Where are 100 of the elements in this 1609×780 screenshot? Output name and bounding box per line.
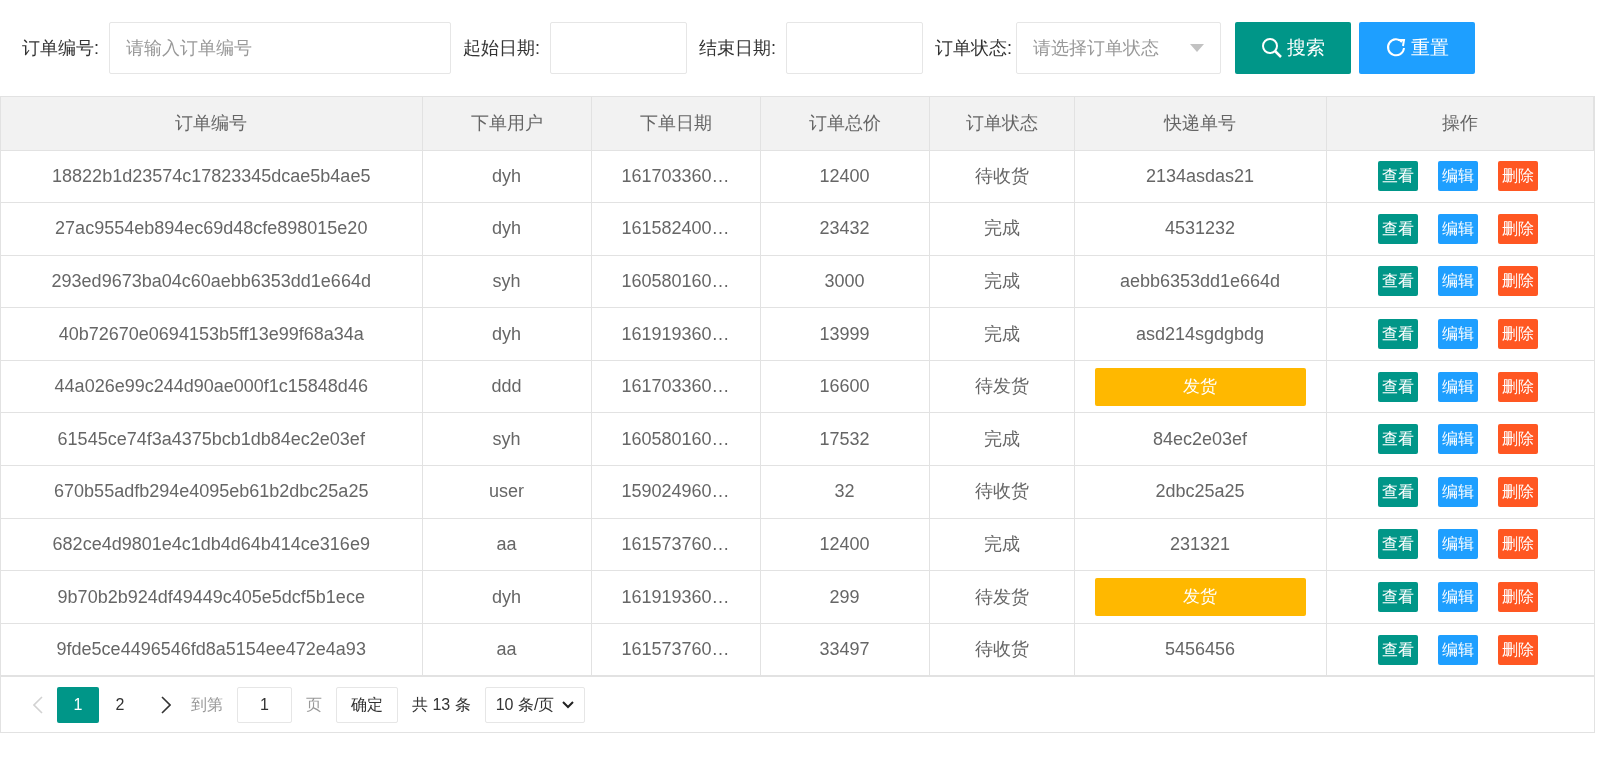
delete-button[interactable]: 删除 xyxy=(1498,529,1538,560)
field-label: 结束日期: xyxy=(699,36,777,60)
delete-button[interactable]: 删除 xyxy=(1498,424,1538,455)
table-cell: 160580160… xyxy=(591,255,760,308)
delete-button[interactable]: 删除 xyxy=(1498,161,1538,192)
delete-button[interactable]: 删除 xyxy=(1498,213,1538,244)
table-cell: dyh xyxy=(422,570,591,624)
edit-button[interactable]: 编辑 xyxy=(1438,161,1478,192)
delete-button[interactable]: 删除 xyxy=(1498,634,1538,665)
view-button[interactable]: 查看 xyxy=(1378,371,1418,402)
table-cell: syh xyxy=(422,255,591,308)
table-cell: 待收货 xyxy=(929,465,1074,519)
edit-button[interactable]: 编辑 xyxy=(1438,424,1478,455)
view-button[interactable]: 查看 xyxy=(1378,529,1418,560)
table-cell: 161573760… xyxy=(591,623,760,676)
table-cell: 159024960… xyxy=(591,465,760,519)
edit-button[interactable]: 编辑 xyxy=(1438,582,1478,613)
search-button[interactable]: 搜索 xyxy=(1235,22,1352,74)
confirm-button[interactable]: 确定 xyxy=(336,686,398,723)
table-cell: dyh xyxy=(422,307,591,361)
table-cell: asd214sgdgbdg xyxy=(1074,307,1326,361)
table-cell: 完成 xyxy=(929,202,1074,256)
table-cell: aebb6353dd1e664d xyxy=(1074,255,1326,308)
table-cell: 299 xyxy=(760,570,929,624)
table-cell: 待发货 xyxy=(929,570,1074,624)
date-input[interactable] xyxy=(786,22,924,74)
table-cell: syh xyxy=(422,412,591,466)
refresh-icon xyxy=(1385,37,1408,59)
page-unit-label: 页 xyxy=(306,694,322,715)
table-cell: dyh xyxy=(422,202,591,256)
column-header: 订单编号 xyxy=(1,97,422,150)
search-icon xyxy=(1261,37,1284,59)
table-cell: 完成 xyxy=(929,307,1074,361)
ship-button[interactable]: 发货 xyxy=(1094,578,1306,617)
view-button[interactable]: 查看 xyxy=(1378,161,1418,192)
date-input[interactable] xyxy=(550,22,688,74)
table-cell: aa xyxy=(422,623,591,676)
chevron-down-icon xyxy=(562,700,575,709)
delete-button[interactable]: 删除 xyxy=(1498,476,1538,507)
table-cell: 670b55adfb294e4095eb61b2dbc25a25 xyxy=(1,465,422,519)
table-cell: user xyxy=(422,465,591,519)
column-header: 操作 xyxy=(1326,97,1594,150)
delete-button[interactable]: 删除 xyxy=(1498,582,1538,613)
table-cell: 16600 xyxy=(760,360,929,413)
table-cell: 待收货 xyxy=(929,150,1074,203)
table-cell: 161582400… xyxy=(591,202,760,256)
table-cell: 9fde5ce4496546fd8a5154ee472e4a93 xyxy=(1,623,422,676)
table-cell: 33497 xyxy=(760,623,929,676)
field-label: 订单状态: xyxy=(935,36,1013,60)
table-cell: 161703360… xyxy=(591,150,760,203)
edit-button[interactable]: 编辑 xyxy=(1438,319,1478,350)
delete-button[interactable]: 删除 xyxy=(1498,266,1538,297)
page-button[interactable]: 1 xyxy=(57,686,99,723)
view-button[interactable]: 查看 xyxy=(1378,319,1418,350)
table-cell: 23432 xyxy=(760,202,929,256)
reset-button[interactable]: 重置 xyxy=(1359,22,1476,74)
column-header: 下单用户 xyxy=(422,97,591,150)
table-cell: 完成 xyxy=(929,412,1074,466)
column-header: 下单日期 xyxy=(591,97,760,150)
table-cell: 293ed9673ba04c60aebb6353dd1e664d xyxy=(1,255,422,308)
view-button[interactable]: 查看 xyxy=(1378,213,1418,244)
status-select[interactable]: 请选择订单状态 xyxy=(1016,22,1222,74)
view-button[interactable]: 查看 xyxy=(1378,634,1418,665)
table-cell: 84ec2e03ef xyxy=(1074,412,1326,466)
page-size-select[interactable]: 10 条/页 xyxy=(484,686,586,723)
table-cell: 161703360… xyxy=(591,360,760,413)
order-number-input[interactable]: 请输入订单编号 xyxy=(109,22,451,74)
view-button[interactable]: 查看 xyxy=(1378,582,1418,613)
delete-button[interactable]: 删除 xyxy=(1498,371,1538,402)
edit-button[interactable]: 编辑 xyxy=(1438,634,1478,665)
column-header: 订单总价 xyxy=(760,97,929,150)
column-header: 订单状态 xyxy=(929,97,1074,150)
view-button[interactable]: 查看 xyxy=(1378,424,1418,455)
table-cell: 18822b1d23574c17823345dcae5b4ae5 xyxy=(1,150,422,203)
delete-button[interactable]: 删除 xyxy=(1498,319,1538,350)
table-cell: 待收货 xyxy=(929,623,1074,676)
table-cell: 4531232 xyxy=(1074,202,1326,256)
edit-button[interactable]: 编辑 xyxy=(1438,529,1478,560)
table-cell: 5456456 xyxy=(1074,623,1326,676)
table-cell: 13999 xyxy=(760,307,929,361)
edit-button[interactable]: 编辑 xyxy=(1438,371,1478,402)
edit-button[interactable]: 编辑 xyxy=(1438,213,1478,244)
view-button[interactable]: 查看 xyxy=(1378,476,1418,507)
column-header: 快递单号 xyxy=(1074,97,1326,150)
table-cell: 231321 xyxy=(1074,518,1326,571)
total-count: 共 13 条 xyxy=(412,694,471,715)
view-button[interactable]: 查看 xyxy=(1378,266,1418,297)
ship-button[interactable]: 发货 xyxy=(1094,367,1306,406)
table-cell: 9b70b2b924df49449c405e5dcf5b1ece xyxy=(1,570,422,624)
table-cell: 27ac9554eb894ec69d48cfe898015e20 xyxy=(1,202,422,256)
table-cell: 61545ce74f3a4375bcb1db84ec2e03ef xyxy=(1,412,422,466)
table-cell: 12400 xyxy=(760,518,929,571)
edit-button[interactable]: 编辑 xyxy=(1438,266,1478,297)
page-input[interactable]: 1 xyxy=(237,686,292,723)
table-cell: 3000 xyxy=(760,255,929,308)
chevron-right-icon[interactable] xyxy=(161,695,171,714)
table-cell: 17532 xyxy=(760,412,929,466)
edit-button[interactable]: 编辑 xyxy=(1438,476,1478,507)
page-button[interactable]: 2 xyxy=(99,686,141,723)
table-cell: aa xyxy=(422,518,591,571)
